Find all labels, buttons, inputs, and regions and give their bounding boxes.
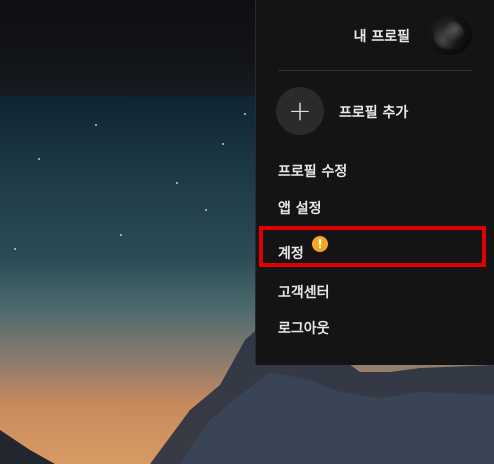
menu-item-app-settings[interactable]: 앱 설정 (278, 198, 322, 218)
profile-name: 내 프로필 (353, 29, 410, 45)
add-profile-button[interactable]: + 프로필 추가 (276, 87, 476, 135)
menu-item-edit-profile[interactable]: 프로필 수정 (278, 161, 347, 181)
profile-dropdown-menu: 내 프로필 + 프로필 추가 프로필 수정 앱 설정 계정 ! 고객센터 로그아… (255, 0, 494, 365)
menu-divider (278, 70, 473, 71)
current-profile-row[interactable]: 내 프로필 (256, 0, 494, 70)
plus-icon: + (276, 87, 324, 135)
add-profile-label: 프로필 추가 (339, 105, 409, 121)
account-highlight-box (259, 226, 486, 267)
avatar-icon[interactable] (428, 15, 472, 55)
menu-item-help-center[interactable]: 고객센터 (278, 282, 330, 302)
menu-item-logout[interactable]: 로그아웃 (278, 318, 330, 338)
